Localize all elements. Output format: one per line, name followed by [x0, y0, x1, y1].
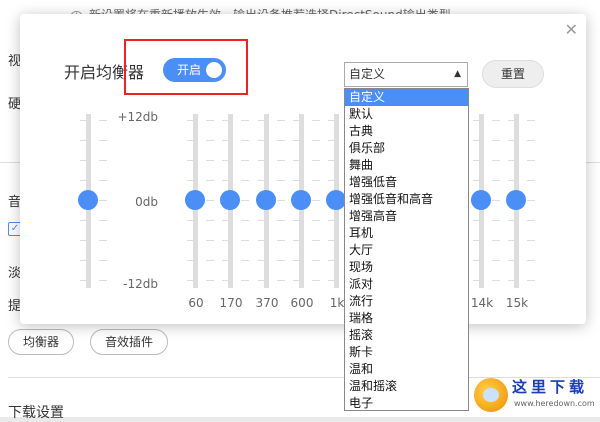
dropdown-option[interactable]: 默认 — [345, 106, 468, 123]
eq-band-slider[interactable]: 170 — [220, 114, 249, 314]
slider-knob[interactable] — [185, 190, 205, 210]
slider-knob[interactable] — [78, 190, 98, 210]
eq-band-slider[interactable]: 14k — [471, 114, 500, 314]
eq-band-slider[interactable]: 60 — [185, 114, 214, 314]
band-label: 15k — [505, 296, 529, 310]
dropdown-option[interactable]: 舞曲 — [345, 157, 468, 174]
dropdown-option[interactable]: 现场 — [345, 259, 468, 276]
slider-knob[interactable] — [471, 190, 491, 210]
dropdown-option[interactable]: 温和摇滚 — [345, 378, 468, 395]
eq-band-slider[interactable]: 1k — [326, 114, 355, 314]
dropdown-option[interactable]: 电子 — [345, 395, 468, 412]
dropdown-option[interactable]: 增强低音和高音 — [345, 191, 468, 208]
slider-knob[interactable] — [291, 190, 311, 210]
dropdown-option[interactable]: 自定义 — [345, 89, 468, 106]
preset-select[interactable]: 自定义 ▲ — [344, 62, 468, 87]
watermark: 这里下载 www.heredown.com — [468, 374, 598, 416]
slider-knob[interactable] — [220, 190, 240, 210]
reset-button[interactable]: 重置 — [482, 60, 544, 88]
slider-knob[interactable] — [326, 190, 346, 210]
db-label-min: -12db — [123, 277, 158, 291]
equalizer-dialog: ✕ 开启均衡器 开启 自定义 ▲ 重置 +12db 0db -12db 60 1… — [20, 14, 586, 324]
preset-value: 自定义 — [349, 67, 386, 81]
preset-dropdown-list: 自定义 默认 古典 俱乐部 舞曲 增强低音 增强低音和高音 增强高音 耳机 大厅 现场 派对 流行 瑞格摇… — [344, 88, 469, 411]
db-label-zero: 0db — [135, 195, 158, 209]
watermark-url: www.heredown.com — [514, 399, 595, 408]
dropdown-option[interactable]: 流行 — [345, 293, 468, 310]
slider-knob[interactable] — [506, 190, 526, 210]
dropdown-option[interactable]: 斯卡 — [345, 344, 468, 361]
dropdown-option[interactable]: 古典 — [345, 123, 468, 140]
sound-plugin-pill-button[interactable]: 音效插件 — [90, 329, 169, 355]
download-settings-heading: 下载设置 — [8, 405, 64, 421]
dropdown-option[interactable]: 增强低音 — [345, 174, 468, 191]
chevron-down-icon: ▲ — [454, 69, 461, 79]
dropdown-option[interactable]: 俱乐部 — [345, 140, 468, 157]
logo-icon — [474, 378, 508, 412]
close-icon[interactable]: ✕ — [565, 20, 578, 39]
dropdown-option[interactable]: 大厅 — [345, 242, 468, 259]
dropdown-option[interactable]: 摇滚 — [345, 327, 468, 344]
dropdown-option[interactable]: 耳机 — [345, 225, 468, 242]
dropdown-option[interactable]: 温和 — [345, 361, 468, 378]
highlight-box — [124, 39, 248, 95]
eq-band-slider[interactable]: 600 — [291, 114, 320, 314]
equalizer-pill-button[interactable]: 均衡器 — [8, 329, 75, 355]
slider-knob[interactable] — [256, 190, 276, 210]
eq-band-slider[interactable]: 15k — [506, 114, 535, 314]
eq-band-slider[interactable] — [78, 114, 107, 314]
dropdown-option[interactable]: 增强高音 — [345, 208, 468, 225]
db-label-max: +12db — [117, 110, 158, 124]
dropdown-option[interactable]: 瑞格 — [345, 310, 468, 327]
eq-band-slider[interactable]: 370 — [256, 114, 285, 314]
watermark-text: 这里下载 — [512, 378, 589, 396]
dropdown-option[interactable]: 派对 — [345, 276, 468, 293]
